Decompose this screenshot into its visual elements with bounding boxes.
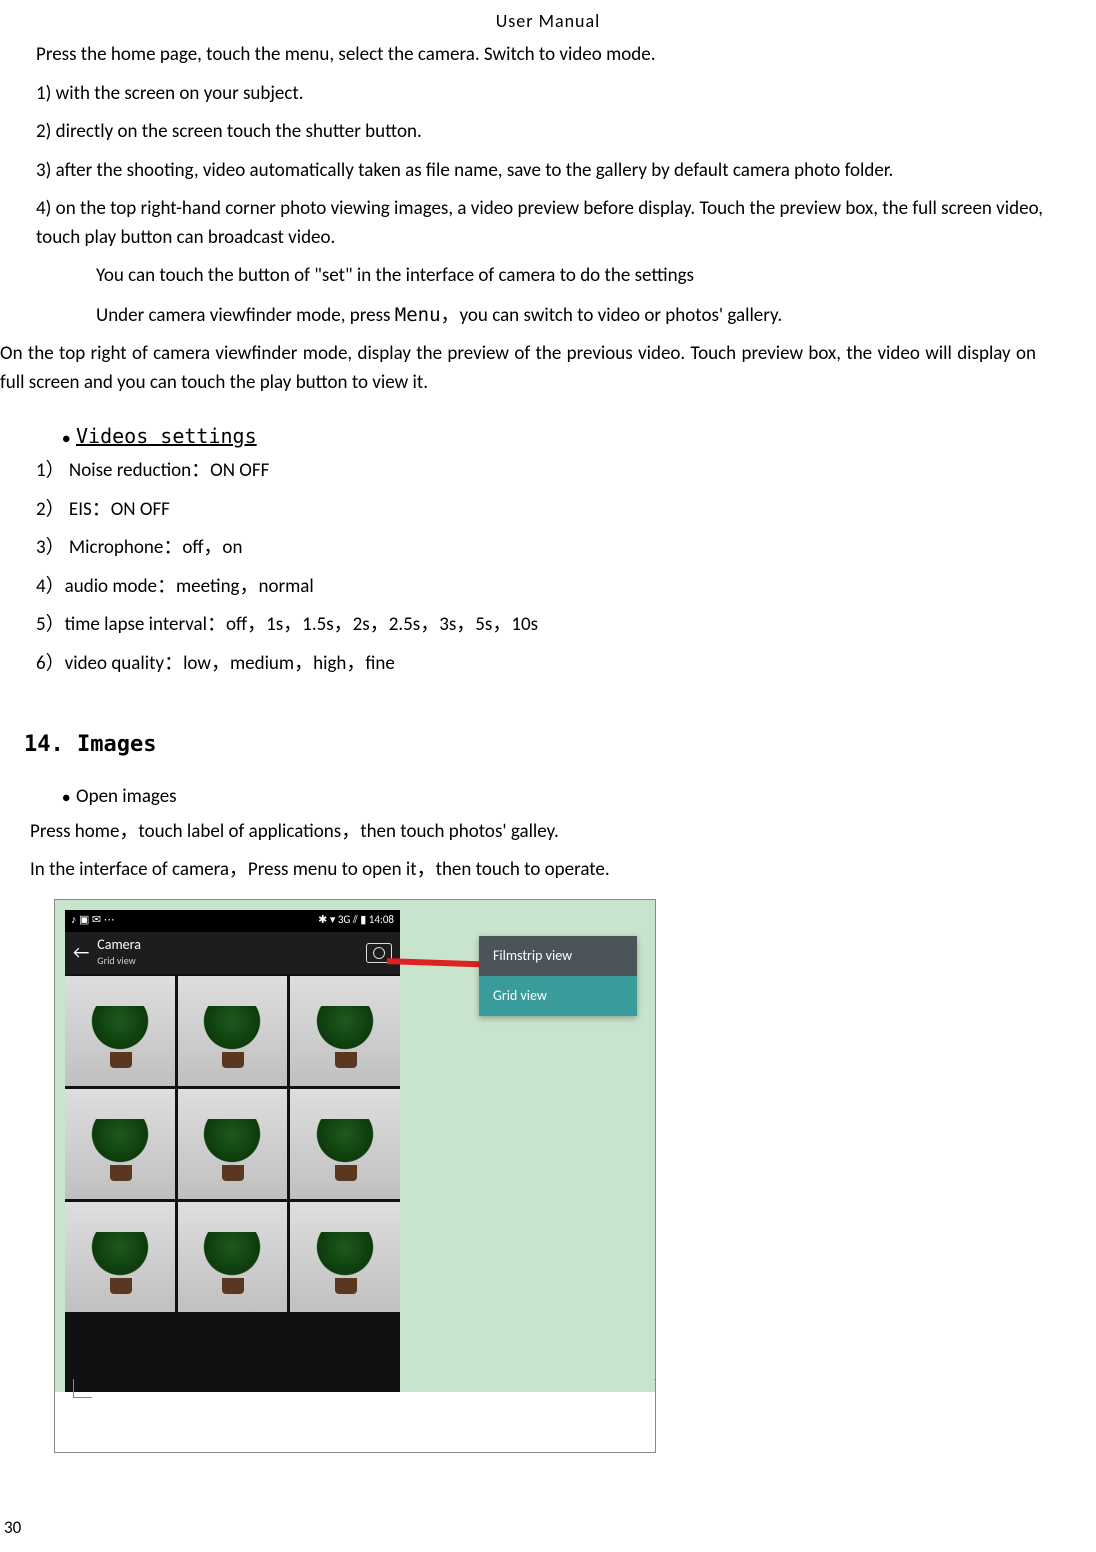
- section-title-images: 14. Images: [24, 728, 1066, 761]
- setting-item: 1） Noise reduction：ON OFF: [36, 457, 1066, 486]
- photo-thumb[interactable]: [290, 1202, 400, 1312]
- list-item: 2) directly on the screen touch the shut…: [36, 118, 1066, 147]
- setting-item: 6）video quality：low，medium，high，fine: [36, 650, 1066, 679]
- photo-thumb[interactable]: [178, 1089, 288, 1199]
- text: ，you can switch to video or photos' gall…: [441, 304, 783, 327]
- phone-frame: ♪ ▣ ✉ ⋯ ✱ ▾ 3G ⫽ ▮ 14:08 ← Camera Grid v…: [65, 910, 400, 1444]
- heading-text: Open images: [76, 783, 177, 812]
- topbar-subtitle: Grid view: [97, 953, 141, 968]
- page-number: 30: [4, 1515, 21, 1541]
- bullet-icon: ●: [36, 787, 76, 808]
- paragraph: You can touch the button of "set" in the…: [36, 262, 1066, 291]
- status-bar: ♪ ▣ ✉ ⋯ ✱ ▾ 3G ⫽ ▮ 14:08: [65, 910, 400, 932]
- photo-thumb[interactable]: [290, 976, 400, 1086]
- paragraph: On the top right of camera viewfinder mo…: [0, 340, 1066, 397]
- open-images-heading: ● Open images: [36, 783, 1066, 812]
- figure-crop: [55, 1392, 655, 1452]
- heading-text: Videos settings: [76, 421, 257, 451]
- photo-thumb[interactable]: [178, 976, 288, 1086]
- photo-grid: [65, 974, 400, 1444]
- menu-keyword: Menu: [395, 304, 441, 326]
- gallery-screenshot-figure: ♪ ▣ ✉ ⋯ ✱ ▾ 3G ⫽ ▮ 14:08 ← Camera Grid v…: [54, 899, 656, 1453]
- list-item: 1) with the screen on your subject.: [36, 80, 1066, 109]
- setting-item: 2） EIS：ON OFF: [36, 496, 1066, 525]
- paragraph: Press the home page, touch the menu, sel…: [36, 41, 1066, 70]
- photo-thumb[interactable]: [178, 1202, 288, 1312]
- status-right-icons: ✱ ▾ 3G ⫽ ▮ 14:08: [318, 912, 394, 929]
- photo-thumb[interactable]: [290, 1089, 400, 1199]
- menu-item-filmstrip[interactable]: Filmstrip view: [479, 936, 637, 976]
- setting-item: 5）time lapse interval：off，1s，1.5s，2s，2.5…: [36, 611, 1066, 640]
- photo-thumb[interactable]: [65, 976, 175, 1086]
- status-left-icons: ♪ ▣ ✉ ⋯: [71, 912, 115, 929]
- back-icon[interactable]: ←: [73, 939, 89, 966]
- paragraph: Under camera viewfinder mode, press Menu…: [36, 301, 1066, 331]
- topbar-title: Camera: [97, 937, 141, 952]
- text: Under camera viewfinder mode, press: [96, 304, 395, 327]
- view-menu: Filmstrip view Grid view: [479, 936, 637, 1016]
- page-header: User Manual: [0, 0, 1096, 35]
- app-top-bar: ← Camera Grid view: [65, 932, 400, 974]
- videos-settings-heading: ● Videos settings: [36, 421, 1066, 451]
- photo-thumb[interactable]: [65, 1202, 175, 1312]
- setting-item: 3） Microphone：off，on: [36, 534, 1066, 563]
- paragraph: In the interface of camera，Press menu to…: [30, 856, 1066, 885]
- photo-thumb[interactable]: [65, 1089, 175, 1199]
- list-item: 3) after the shooting, video automatical…: [36, 157, 1066, 186]
- paragraph: Press home，touch label of applications，t…: [30, 818, 1066, 847]
- setting-item: 4）audio mode：meeting，normal: [36, 573, 1066, 602]
- list-item: 4) on the top right-hand corner photo vi…: [36, 195, 1066, 252]
- bullet-icon: ●: [36, 428, 76, 449]
- menu-item-grid[interactable]: Grid view: [479, 976, 637, 1016]
